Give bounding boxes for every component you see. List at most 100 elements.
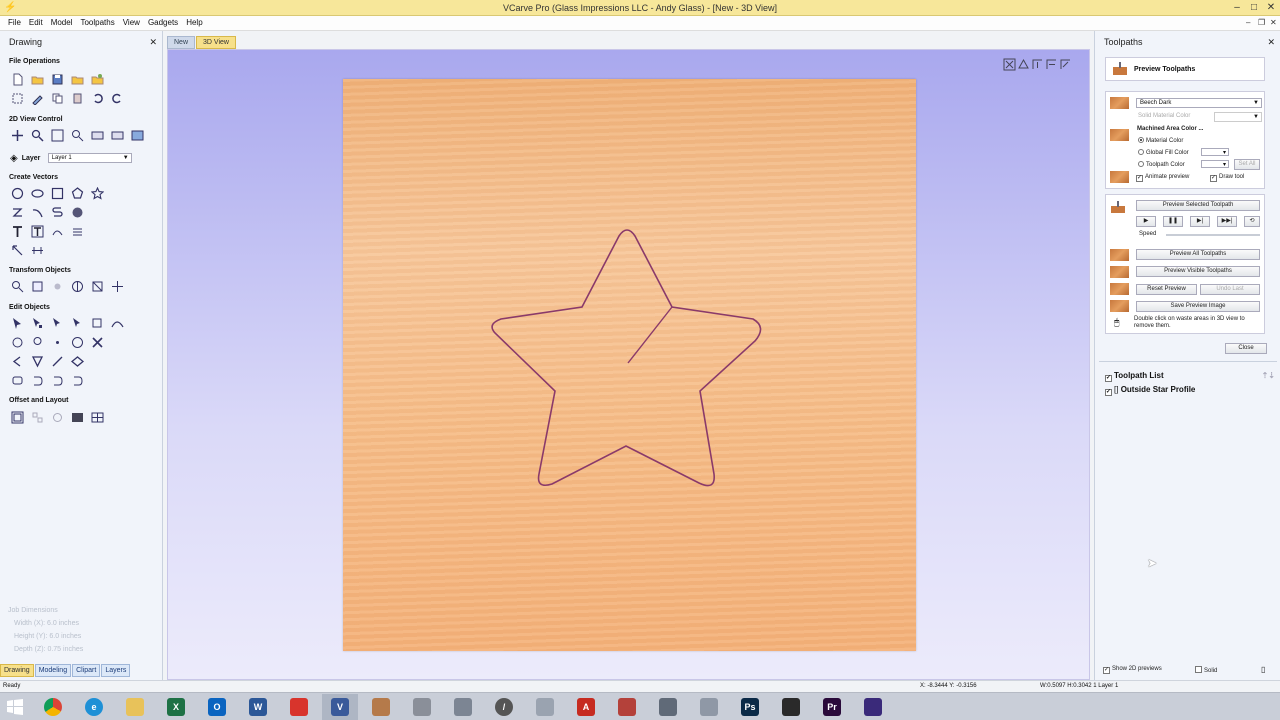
scale-icon[interactable]: [90, 279, 105, 293]
toolpaths-panel-close-icon[interactable]: ✕: [1267, 35, 1275, 49]
align-icon[interactable]: [30, 279, 45, 293]
app-doc-taskbar-button[interactable]: [527, 694, 563, 720]
mdi-restore-icon[interactable]: ❐: [1258, 16, 1265, 30]
draw-tool-checkbox[interactable]: ✓ Draw tool: [1210, 174, 1244, 182]
tab-clipart[interactable]: Clipart: [72, 664, 101, 677]
extend-icon[interactable]: [50, 354, 65, 368]
job-setup-icon[interactable]: [10, 91, 25, 105]
dimension-icon[interactable]: [10, 243, 25, 257]
top-view-icon[interactable]: [1031, 57, 1044, 71]
global-fill-select[interactable]: ▾: [1201, 148, 1229, 156]
curve-icon[interactable]: [50, 205, 65, 219]
pan-icon[interactable]: [10, 128, 25, 142]
reset-button[interactable]: ⟲: [1244, 216, 1260, 227]
text-icon[interactable]: [10, 224, 25, 238]
new-file-icon[interactable]: [10, 72, 25, 86]
fast-forward-button[interactable]: ▶▶|: [1217, 216, 1237, 227]
auto-layout-text-icon[interactable]: [70, 224, 85, 238]
fillet-corner-icon[interactable]: [10, 373, 25, 387]
offset-vector-icon[interactable]: [70, 354, 85, 368]
zoom-extents-icon[interactable]: [50, 128, 65, 142]
app-settings-taskbar-button[interactable]: [691, 694, 727, 720]
check-icon[interactable]: ✓: [1105, 389, 1112, 396]
node-edit-icon[interactable]: [30, 316, 45, 330]
app-brush-taskbar-button[interactable]: [363, 694, 399, 720]
layer-select[interactable]: Layer 1 ▼: [47, 153, 132, 163]
explorer-taskbar-button[interactable]: [117, 694, 153, 720]
edit-job-icon[interactable]: [30, 91, 45, 105]
premiere-taskbar-button[interactable]: Pr: [814, 694, 850, 720]
trim-icon[interactable]: [90, 316, 105, 330]
save-icon[interactable]: [50, 72, 65, 86]
play-button[interactable]: ▶: [1136, 216, 1156, 227]
mdi-close-icon[interactable]: ✕: [1270, 16, 1277, 30]
close-vector-icon[interactable]: [30, 335, 45, 349]
import-image-icon[interactable]: [90, 72, 105, 86]
step-forward-button[interactable]: ▶|: [1190, 216, 1210, 227]
preview-selected-toolpath-button[interactable]: Preview Selected Toolpath: [1136, 200, 1260, 211]
fill-icon[interactable]: [90, 410, 105, 424]
save-preview-image-button[interactable]: Save Preview Image: [1136, 301, 1260, 312]
move-icon[interactable]: [10, 279, 25, 293]
transform-icon[interactable]: [50, 316, 65, 330]
chamfer-icon[interactable]: [30, 373, 45, 387]
toggle-view-icon[interactable]: [130, 128, 145, 142]
show-2d-previews-checkbox[interactable]: ✓ Show 2D previews: [1103, 666, 1162, 674]
panel-close-icon[interactable]: ✕: [149, 35, 157, 49]
redo-icon[interactable]: [110, 91, 125, 105]
text-on-curve-icon[interactable]: [50, 224, 65, 238]
star-icon[interactable]: [90, 186, 105, 200]
app-color-taskbar-button[interactable]: [773, 694, 809, 720]
solid-checkbox[interactable]: Solid: [1195, 666, 1217, 674]
preview-visible-toolpaths-button[interactable]: Preview Visible Toolpaths: [1136, 266, 1260, 277]
array-copy-icon[interactable]: [30, 410, 45, 424]
curve-fit-icon[interactable]: [110, 316, 125, 330]
tab-new[interactable]: New: [167, 36, 196, 49]
paste-icon[interactable]: [70, 91, 85, 105]
tab-modeling[interactable]: Modeling: [34, 664, 72, 677]
animate-preview-checkbox[interactable]: ✓ Animate preview: [1136, 174, 1189, 182]
toolpath-list-item[interactable]: ✓[] Outside Star Profile: [1105, 385, 1275, 399]
zoom-material-icon[interactable]: [110, 128, 125, 142]
star-toolpath-preview[interactable]: [343, 79, 916, 651]
menu-toolpaths[interactable]: Toolpaths: [76, 16, 118, 30]
speed-slider[interactable]: [1166, 234, 1260, 236]
set-all-button[interactable]: Set All: [1234, 159, 1260, 170]
fillet-icon[interactable]: [70, 205, 85, 219]
chrome-taskbar-button[interactable]: [35, 694, 71, 720]
pause-button[interactable]: ❚❚: [1163, 216, 1183, 227]
app-gray-taskbar-button[interactable]: [404, 694, 440, 720]
iso-view-icon[interactable]: [1017, 57, 1030, 71]
tbone-icon[interactable]: [70, 373, 85, 387]
outlook-taskbar-button[interactable]: O: [199, 694, 235, 720]
photoshop-taskbar-button[interactable]: Ps: [732, 694, 768, 720]
toolpath-color-select[interactable]: ▾: [1201, 160, 1229, 168]
app-red-taskbar-button[interactable]: [281, 694, 317, 720]
app-machine-taskbar-button[interactable]: [650, 694, 686, 720]
rotate-icon[interactable]: [50, 279, 65, 293]
interactive-trim-icon[interactable]: [70, 316, 85, 330]
menu-view[interactable]: View: [119, 16, 144, 30]
mdi-minimize-icon[interactable]: –: [1246, 16, 1250, 30]
join-icon[interactable]: [10, 335, 25, 349]
global-fill-color-radio[interactable]: Global Fill Color: [1138, 149, 1189, 156]
app-print-taskbar-button[interactable]: [445, 694, 481, 720]
distort-icon[interactable]: [110, 279, 125, 293]
smooth-icon[interactable]: [50, 335, 65, 349]
open-folder-icon[interactable]: [30, 72, 45, 86]
pin-icon[interactable]: ▯: [1261, 665, 1265, 674]
zoom-box-icon[interactable]: [70, 128, 85, 142]
text-box-icon[interactable]: [30, 224, 45, 238]
polygon-icon[interactable]: [70, 186, 85, 200]
reset-preview-button[interactable]: Reset Preview: [1136, 284, 1197, 295]
circular-array-icon[interactable]: [50, 410, 65, 424]
app-purple-taskbar-button[interactable]: [855, 694, 891, 720]
material-select[interactable]: Beech Dark ▼: [1136, 98, 1262, 108]
menu-help[interactable]: Help: [182, 16, 206, 30]
bond-icon[interactable]: [30, 354, 45, 368]
ie-taskbar-button[interactable]: e: [76, 694, 112, 720]
app-red2-taskbar-button[interactable]: [609, 694, 645, 720]
zoom-to-fit-icon[interactable]: [1003, 57, 1016, 71]
arc-icon[interactable]: [30, 205, 45, 219]
subtract-icon[interactable]: [90, 335, 105, 349]
